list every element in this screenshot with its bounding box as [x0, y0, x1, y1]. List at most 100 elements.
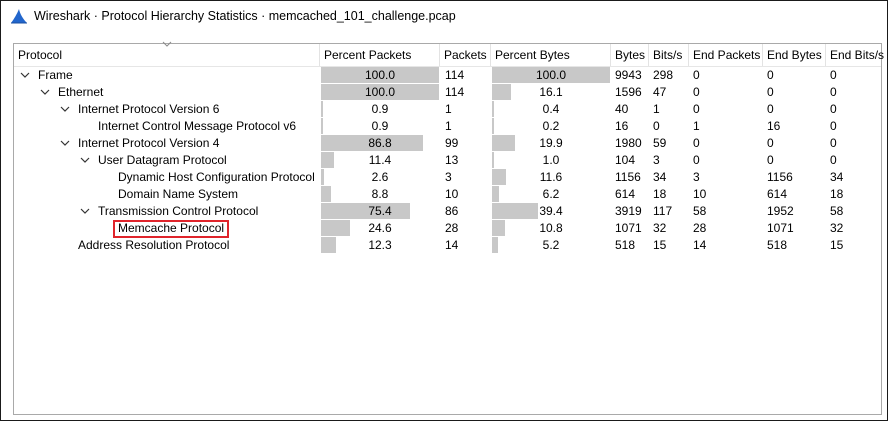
bytes-cell: 1596 [615, 85, 642, 99]
percent-bytes-cell: 0.2 [492, 118, 610, 135]
end-packets-cell: 0 [693, 102, 700, 116]
end-bits-s-cell: 0 [830, 119, 837, 133]
protocol-name: Ethernet [58, 85, 104, 99]
percent-packets-cell-value: 12.3 [368, 238, 392, 252]
end-bytes-cell: 1071 [767, 221, 794, 235]
table-row[interactable]: Address Resolution Protocol 12.3 5.2 14 518 1… [14, 237, 881, 254]
percent-bytes-cell-value: 10.8 [539, 221, 563, 235]
percent-bytes-cell-value: 100.0 [535, 68, 567, 82]
end-packets-cell: 28 [693, 221, 707, 235]
bytes-cell: 3919 [615, 204, 642, 218]
end-packets-cell: 0 [693, 153, 700, 167]
percent-bytes-cell: 5.2 [492, 237, 610, 254]
end-bytes-cell: 0 [767, 136, 774, 150]
end-bytes-cell: 518 [767, 238, 788, 252]
table-row[interactable]: Dynamic Host Configuration Protocol 2.6 11… [14, 169, 881, 186]
packets-cell: 10 [445, 187, 459, 201]
end-bytes-cell: 0 [767, 85, 774, 99]
bits-s-cell: 117 [653, 204, 673, 218]
column-header-packets[interactable]: Packets [440, 44, 491, 66]
column-header-label: End Packets [693, 48, 761, 62]
percent-packets-cell: 0.9 [321, 101, 439, 118]
table-row[interactable]: Transmission Control Protocol 75.4 39.4 86 3… [14, 203, 881, 220]
protocol-hierarchy-table[interactable]: Protocol Percent Packets Packets Percent… [13, 41, 885, 415]
percent-packets-cell-value: 75.4 [368, 204, 392, 218]
packets-cell: 1 [445, 119, 452, 133]
percent-packets-cell-value: 11.4 [368, 153, 392, 167]
column-header-label: Packets [444, 48, 487, 62]
leaf-spacer [100, 169, 118, 186]
expand-chevron-icon[interactable] [80, 203, 92, 220]
end-bytes-cell: 1952 [767, 204, 794, 218]
end-bits-s-cell: 32 [830, 221, 844, 235]
percent-packets-cell: 100.0 [321, 84, 439, 101]
packets-cell: 28 [445, 221, 459, 235]
packets-cell: 13 [445, 153, 459, 167]
percent-packets-cell-value: 0.9 [371, 102, 389, 116]
column-header-end-bytes[interactable]: End Bytes [763, 44, 826, 66]
table-row[interactable]: Ethernet 100.0 16.1 114 1596 47 0 0 0 [14, 84, 881, 101]
column-header-end-bits-s[interactable]: End Bits/s [826, 44, 885, 66]
percent-bytes-cell-value: 1.0 [542, 153, 560, 167]
bits-s-cell: 0 [653, 119, 660, 133]
leaf-spacer [80, 118, 98, 135]
column-header-protocol[interactable]: Protocol [14, 41, 320, 66]
column-header-label: End Bytes [767, 48, 822, 62]
protocol-cell: Internet Control Message Protocol v6 [80, 118, 296, 135]
table-row[interactable]: Internet Protocol Version 4 86.8 19.9 99 198… [14, 135, 881, 152]
end-bytes-cell: 0 [767, 68, 774, 82]
bits-s-cell: 59 [653, 136, 667, 150]
end-bits-s-cell: 0 [830, 68, 837, 82]
expand-chevron-icon[interactable] [60, 135, 72, 152]
protocol-name: Internet Control Message Protocol v6 [98, 119, 297, 133]
title-bar[interactable]: Wireshark · Protocol Hierarchy Statistic… [1, 1, 887, 31]
percent-bytes-cell: 6.2 [492, 186, 610, 203]
window-title: Wireshark · Protocol Hierarchy Statistic… [34, 9, 456, 23]
protocol-name: Address Resolution Protocol [78, 238, 230, 252]
leaf-spacer [60, 237, 78, 254]
column-header-bits-s[interactable]: Bits/s [649, 44, 689, 66]
end-packets-cell: 10 [693, 187, 707, 201]
bits-s-cell: 15 [653, 238, 667, 252]
protocol-name: Transmission Control Protocol [98, 204, 259, 218]
bytes-cell: 614 [615, 187, 636, 201]
table-row[interactable]: Memcache Protocol 24.6 10.8 28 1071 32 28 1071 3… [14, 219, 881, 238]
percent-packets-cell: 2.6 [321, 169, 439, 186]
end-bits-s-cell: 0 [830, 153, 837, 167]
protocol-cell: User Datagram Protocol [80, 152, 227, 169]
column-header-end-packets[interactable]: End Packets [689, 44, 763, 66]
packets-cell: 114 [445, 85, 465, 99]
percent-bytes-cell-value: 11.6 [539, 170, 563, 184]
expand-chevron-icon[interactable] [20, 67, 32, 84]
end-packets-cell: 58 [693, 204, 707, 218]
column-header-label: Percent Bytes [495, 48, 570, 62]
bits-s-cell: 32 [653, 221, 667, 235]
end-packets-cell: 14 [693, 238, 707, 252]
column-header-label: Protocol [18, 48, 63, 62]
percent-packets-cell: 75.4 [321, 203, 439, 220]
protocol-cell: Ethernet [40, 84, 103, 101]
bytes-cell: 1071 [615, 221, 642, 235]
end-packets-cell: 1 [693, 119, 700, 133]
bits-s-cell: 34 [653, 170, 667, 184]
column-header-percent-packets[interactable]: Percent Packets [320, 44, 440, 66]
percent-packets-cell: 11.4 [321, 152, 439, 169]
table-row[interactable]: Frame 100.0 100.0 114 9943 298 0 0 0 [14, 67, 881, 84]
bits-s-cell: 1 [653, 102, 660, 116]
leaf-spacer [100, 186, 118, 203]
end-bits-s-cell: 15 [830, 238, 844, 252]
percent-packets-cell-value: 86.8 [368, 136, 392, 150]
expand-chevron-icon[interactable] [80, 152, 92, 169]
table-row[interactable]: User Datagram Protocol 11.4 1.0 13 104 3 0 0 0 [14, 152, 881, 169]
expand-chevron-icon[interactable] [40, 84, 52, 101]
table-row[interactable]: Internet Protocol Version 6 0.9 0.4 1 40 1 0 0 0 [14, 101, 881, 118]
column-header-bytes[interactable]: Bytes [611, 44, 649, 66]
percent-packets-cell: 86.8 [321, 135, 439, 152]
table-row[interactable]: Internet Control Message Protocol v6 0.9 0… [14, 118, 881, 135]
table-row[interactable]: Domain Name System 8.8 6.2 10 614 18 10 614 18 [14, 186, 881, 203]
column-header-percent-bytes[interactable]: Percent Bytes [491, 44, 611, 66]
expand-chevron-icon[interactable] [60, 101, 72, 118]
column-header-label: End Bits/s [830, 48, 885, 62]
percent-packets-cell: 0.9 [321, 118, 439, 135]
end-packets-cell: 0 [693, 85, 700, 99]
